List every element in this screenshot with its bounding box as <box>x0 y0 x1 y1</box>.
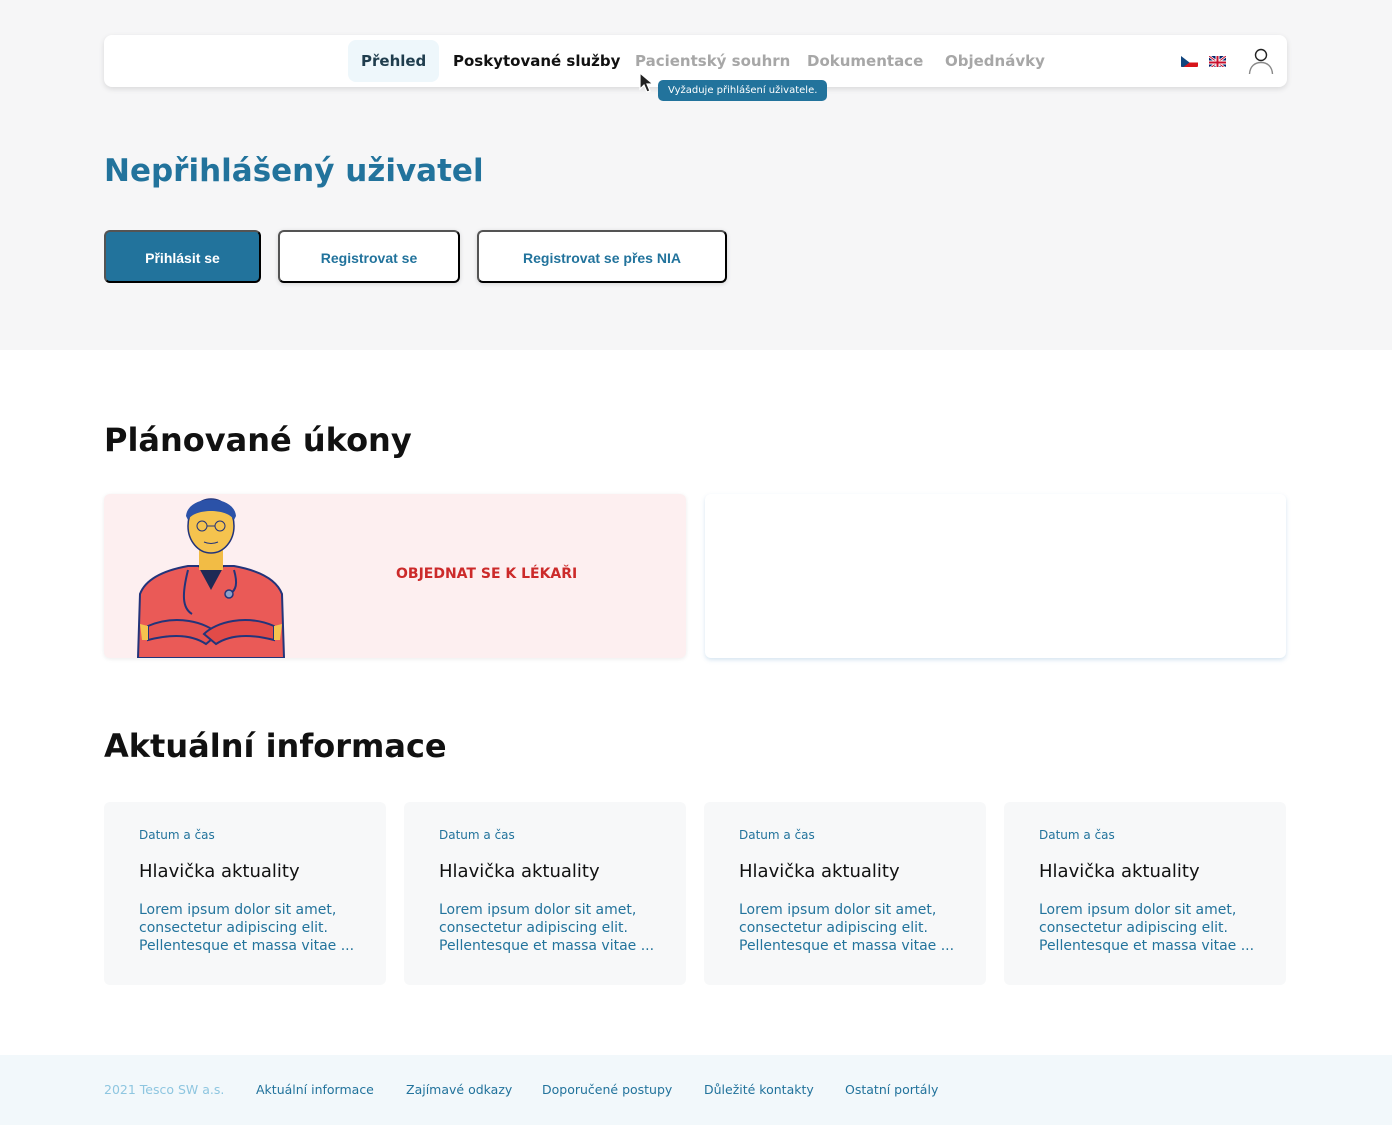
nav-item-souhrn[interactable]: Pacientský souhrn <box>635 40 790 82</box>
news-title[interactable]: Hlavička aktuality <box>739 861 900 882</box>
news-text: Lorem ipsum dolor sit amet, consectetur … <box>1039 902 1255 954</box>
nav-item-dokumentace[interactable]: Dokumentace <box>807 40 923 82</box>
czech-flag-icon[interactable] <box>1181 54 1198 67</box>
planned-section-title: Plánované úkony <box>104 421 412 459</box>
login-button[interactable]: Přihlásit se <box>104 230 261 283</box>
news-date: Datum a čas <box>739 828 815 842</box>
news-card[interactable]: Datum a čas Hlavička aktuality Lorem ips… <box>704 802 986 985</box>
user-icon[interactable] <box>1248 47 1274 75</box>
nav-item-sluzby[interactable]: Poskytované služby <box>453 40 620 82</box>
news-section-title: Aktuální informace <box>104 727 447 765</box>
news-text: Lorem ipsum dolor sit amet, consectetur … <box>139 902 355 954</box>
order-doctor-card[interactable]: OBJEDNAT SE K LÉKAŘI <box>104 494 686 658</box>
news-title[interactable]: Hlavička aktuality <box>1039 861 1200 882</box>
doctor-illustration-icon <box>136 494 286 658</box>
user-status-title: Nepřihlášený uživatel <box>104 153 484 189</box>
order-doctor-label[interactable]: OBJEDNAT SE K LÉKAŘI <box>396 566 577 582</box>
register-button[interactable]: Registrovat se <box>278 230 460 283</box>
header-area: Přehled Poskytované služby Pacientský so… <box>0 0 1392 350</box>
news-title[interactable]: Hlavička aktuality <box>139 861 300 882</box>
empty-action-card <box>705 494 1286 658</box>
footer-link-aktualni-informace[interactable]: Aktuální informace <box>256 1082 374 1097</box>
login-required-tooltip: Vyžaduje přihlášení uživatele. <box>658 80 828 101</box>
footer-link-zajimave-odkazy[interactable]: Zajímavé odkazy <box>406 1082 512 1097</box>
footer-link-doporucene-postupy[interactable]: Doporučené postupy <box>542 1082 672 1097</box>
news-date: Datum a čas <box>1039 828 1115 842</box>
news-title[interactable]: Hlavička aktuality <box>439 861 600 882</box>
register-nia-button[interactable]: Registrovat se přes NIA <box>477 230 727 283</box>
news-card[interactable]: Datum a čas Hlavička aktuality Lorem ips… <box>1004 802 1286 985</box>
news-text: Lorem ipsum dolor sit amet, consectetur … <box>739 902 955 954</box>
news-card[interactable]: Datum a čas Hlavička aktuality Lorem ips… <box>104 802 386 985</box>
footer-copyright: 2021 Tesco SW a.s. <box>104 1082 225 1097</box>
mouse-cursor-icon <box>638 71 656 94</box>
nav-item-prehled[interactable]: Přehled <box>348 40 440 82</box>
news-card[interactable]: Datum a čas Hlavička aktuality Lorem ips… <box>404 802 686 985</box>
footer-link-dulezite-kontakty[interactable]: Důležité kontakty <box>704 1082 814 1097</box>
uk-flag-icon[interactable] <box>1209 54 1226 67</box>
news-text: Lorem ipsum dolor sit amet, consectetur … <box>439 902 655 954</box>
footer-link-ostatni-portaly[interactable]: Ostatní portály <box>845 1082 938 1097</box>
page-footer: 2021 Tesco SW a.s. Aktuální informace Za… <box>0 1055 1392 1125</box>
news-date: Datum a čas <box>139 828 215 842</box>
nav-item-objednavky[interactable]: Objednávky <box>945 40 1045 82</box>
news-date: Datum a čas <box>439 828 515 842</box>
